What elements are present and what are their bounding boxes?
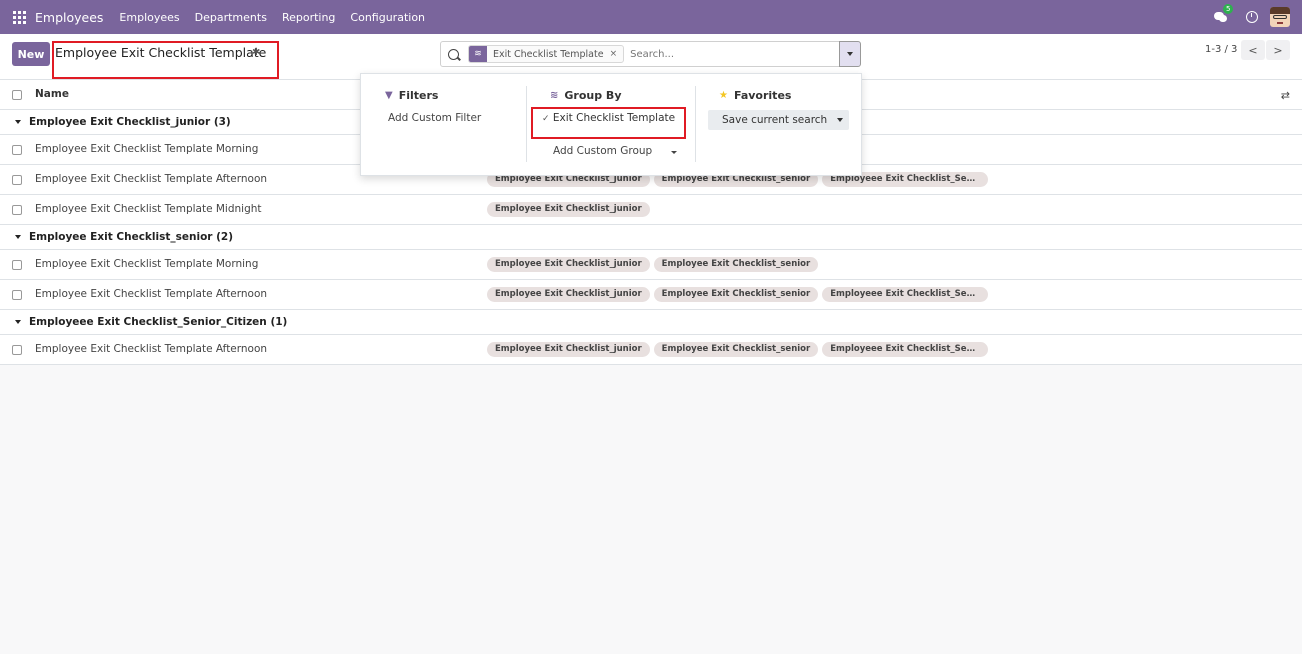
tag: Employee Exit Checklist_senior bbox=[653, 342, 819, 357]
group-label: Employee Exit Checklist_junior (3) bbox=[29, 116, 231, 128]
star-icon: ★ bbox=[719, 90, 728, 101]
row-checkbox[interactable] bbox=[12, 345, 22, 355]
menu-reporting[interactable]: Reporting bbox=[282, 11, 335, 24]
search-panel-toggle[interactable] bbox=[839, 41, 861, 67]
caret-down-icon bbox=[671, 151, 677, 154]
facet-remove-icon[interactable]: × bbox=[610, 49, 618, 59]
row-checkbox[interactable] bbox=[12, 145, 22, 155]
menu-departments[interactable]: Departments bbox=[195, 11, 267, 24]
row-checkbox[interactable] bbox=[12, 175, 22, 185]
row-name: Employee Exit Checklist Template Midnigh… bbox=[35, 203, 262, 215]
tag-list: Employee Exit Checklist_junior Employee … bbox=[487, 342, 992, 357]
search-input[interactable] bbox=[630, 48, 831, 60]
chat-badge: 5 bbox=[1223, 4, 1234, 14]
row-name: Employee Exit Checklist Template Afterno… bbox=[35, 343, 268, 355]
group-row[interactable]: Employeee Exit Checklist_Senior_Citizen … bbox=[0, 310, 1302, 335]
menu-configuration[interactable]: Configuration bbox=[350, 11, 425, 24]
row-checkbox[interactable] bbox=[12, 290, 22, 300]
filters-header: ▼ Filters bbox=[385, 89, 438, 102]
caret-down-icon bbox=[15, 120, 21, 124]
tag: Employeee Exit Checklist_Seni... bbox=[822, 287, 989, 302]
divider bbox=[695, 86, 696, 162]
row-name: Employee Exit Checklist Template Morning bbox=[35, 143, 259, 155]
tag: Employee Exit Checklist_junior bbox=[487, 202, 650, 217]
row-name: Employee Exit Checklist Template Morning bbox=[35, 258, 259, 270]
user-avatar[interactable] bbox=[1270, 7, 1290, 27]
filters-title: Filters bbox=[398, 89, 439, 102]
caret-down-icon bbox=[15, 235, 21, 239]
group-by-option-exit-checklist-template[interactable]: ✓ Exit Checklist Template bbox=[542, 112, 675, 124]
favorites-header: ★ Favorites bbox=[719, 89, 791, 102]
tag: Employeee Exit Checklist_Seni... bbox=[822, 342, 989, 357]
layers-icon: ≋ bbox=[550, 90, 559, 101]
tag-list: Employee Exit Checklist_junior bbox=[487, 202, 654, 217]
top-navbar: Employees Employees Departments Reportin… bbox=[0, 0, 1302, 34]
new-button[interactable]: New bbox=[12, 42, 50, 66]
group-row[interactable]: Employee Exit Checklist_senior (2) bbox=[0, 225, 1302, 250]
table-row[interactable]: Employee Exit Checklist Template Afterno… bbox=[0, 280, 1302, 310]
tag: Employee Exit Checklist_junior bbox=[487, 342, 650, 357]
gear-icon[interactable]: ✱ bbox=[252, 47, 260, 58]
save-current-search-label: Save current search bbox=[722, 114, 828, 126]
chat-icon[interactable]: 5 bbox=[1214, 4, 1234, 24]
row-name: Employee Exit Checklist Template Afterno… bbox=[35, 173, 268, 185]
check-icon: ✓ bbox=[542, 114, 550, 124]
facet-label: Exit Checklist Template bbox=[493, 48, 604, 60]
row-name: Employee Exit Checklist Template Afterno… bbox=[35, 288, 268, 300]
group-by-header: ≋ Group By bbox=[550, 89, 622, 102]
row-checkbox[interactable] bbox=[12, 205, 22, 215]
tag: Employee Exit Checklist_senior bbox=[653, 257, 819, 272]
clock-icon[interactable] bbox=[1246, 11, 1258, 23]
pager-previous-button[interactable]: < bbox=[1241, 40, 1265, 60]
caret-down-icon bbox=[847, 52, 853, 56]
breadcrumb-title: Employee Exit Checklist Template bbox=[55, 45, 267, 60]
table-row[interactable]: Employee Exit Checklist Template Afterno… bbox=[0, 335, 1302, 365]
menu-employees[interactable]: Employees bbox=[119, 11, 179, 24]
pager-value[interactable]: 1-3 / 3 bbox=[1205, 44, 1237, 55]
group-label: Employee Exit Checklist_senior (2) bbox=[29, 231, 234, 243]
save-current-search-button[interactable]: Save current search bbox=[708, 110, 849, 130]
group-by-title: Group By bbox=[564, 89, 622, 102]
layers-icon: ≋ bbox=[469, 46, 487, 62]
caret-down-icon bbox=[837, 118, 843, 122]
app-title[interactable]: Employees bbox=[35, 10, 103, 25]
column-header-name[interactable]: Name bbox=[35, 88, 69, 100]
optional-columns-icon[interactable]: ⇄ bbox=[1281, 89, 1290, 102]
row-checkbox[interactable] bbox=[12, 260, 22, 270]
divider bbox=[526, 86, 527, 162]
table-row[interactable]: Employee Exit Checklist Template Morning… bbox=[0, 250, 1302, 280]
tag-list: Employee Exit Checklist_junior Employee … bbox=[487, 287, 992, 302]
pager-next-button[interactable]: > bbox=[1266, 40, 1290, 60]
group-label: Employeee Exit Checklist_Senior_Citizen … bbox=[29, 316, 288, 328]
filter-icon: ▼ bbox=[385, 90, 393, 101]
tag: Employee Exit Checklist_junior bbox=[487, 257, 650, 272]
add-custom-filter[interactable]: Add Custom Filter bbox=[388, 112, 481, 124]
group-by-option-label: Exit Checklist Template bbox=[552, 112, 676, 124]
search-dropdown-panel: ▼ Filters Add Custom Filter ≋ Group By ✓… bbox=[360, 73, 862, 176]
tag-list: Employee Exit Checklist_junior Employee … bbox=[487, 257, 822, 272]
favorites-title: Favorites bbox=[733, 89, 792, 102]
table-row[interactable]: Employee Exit Checklist Template Midnigh… bbox=[0, 195, 1302, 225]
apps-grid-icon[interactable] bbox=[13, 10, 26, 24]
tag: Employee Exit Checklist_senior bbox=[653, 287, 819, 302]
navbar-systray: 5 bbox=[1214, 0, 1302, 34]
add-custom-group[interactable]: Add Custom Group bbox=[553, 145, 652, 157]
tag: Employee Exit Checklist_junior bbox=[487, 287, 650, 302]
search-bar: ≋ Exit Checklist Template × bbox=[440, 41, 840, 67]
select-all-checkbox[interactable] bbox=[12, 90, 22, 100]
caret-down-icon bbox=[15, 320, 21, 324]
search-facet: ≋ Exit Checklist Template × bbox=[468, 45, 625, 63]
search-icon bbox=[448, 48, 459, 60]
